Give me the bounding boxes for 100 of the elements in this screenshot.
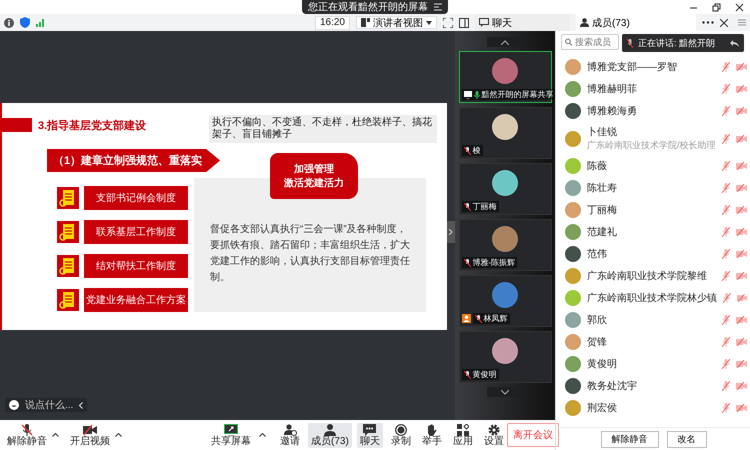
camera-off-icon[interactable] bbox=[736, 206, 747, 214]
camera-off-icon[interactable] bbox=[736, 107, 747, 115]
avatar bbox=[565, 356, 581, 372]
camera-off-icon[interactable] bbox=[736, 134, 747, 142]
toolbar-button[interactable]: 邀请 bbox=[277, 422, 303, 448]
fullscreen-icon[interactable] bbox=[443, 18, 453, 28]
more-icon[interactable] bbox=[702, 21, 714, 24]
toolbar-button[interactable]: 开启视频 bbox=[67, 422, 113, 448]
muted-microphone-icon[interactable] bbox=[722, 205, 730, 215]
caret-icon[interactable] bbox=[52, 433, 59, 437]
muted-microphone-icon[interactable] bbox=[722, 134, 730, 144]
close-icon[interactable] bbox=[735, 3, 744, 12]
muted-microphone-icon[interactable] bbox=[722, 84, 730, 94]
camera-off-icon[interactable] bbox=[736, 272, 747, 280]
view-dropdown[interactable]: 演讲者视图 bbox=[356, 16, 437, 29]
panel-tab[interactable]: 成员(73) bbox=[576, 14, 696, 31]
camera-off-icon[interactable] bbox=[736, 63, 747, 71]
collapse-icon[interactable] bbox=[434, 3, 442, 11]
toolbar-button[interactable]: 应用 bbox=[450, 422, 476, 448]
muted-microphone-icon[interactable] bbox=[722, 161, 730, 171]
shield-icon[interactable] bbox=[20, 17, 30, 28]
video-tile[interactable]: 黄俊明 bbox=[458, 331, 552, 383]
search-icon bbox=[565, 38, 572, 46]
meeting-time: 16:20 bbox=[314, 16, 350, 30]
screen-icon bbox=[464, 90, 472, 98]
caret-icon[interactable] bbox=[259, 433, 266, 437]
camera-off-icon[interactable] bbox=[736, 250, 747, 258]
system-label: 党建业务融合工作方案 bbox=[84, 288, 188, 312]
video-tile[interactable]: 丁丽梅 bbox=[458, 163, 552, 215]
muted-microphone-icon[interactable] bbox=[722, 271, 730, 281]
emoji-icon[interactable] bbox=[9, 400, 19, 410]
muted-microphone-icon[interactable] bbox=[722, 227, 730, 237]
flag-banner: 加强管理 激活党建活力 bbox=[270, 153, 358, 199]
video-tile[interactable]: 梭 bbox=[458, 107, 552, 159]
camera-off-icon[interactable] bbox=[736, 228, 747, 236]
muted-microphone-icon bbox=[627, 38, 633, 48]
caret-icon[interactable] bbox=[115, 433, 122, 437]
camera-off-icon[interactable] bbox=[736, 360, 747, 368]
participant-name: 梭 bbox=[472, 145, 480, 156]
member-name: 黄俊明 bbox=[587, 358, 617, 371]
camera-off-icon[interactable] bbox=[736, 404, 747, 412]
panel-tab[interactable]: 聊天 bbox=[475, 14, 570, 31]
toolbar-button[interactable]: 举手 bbox=[418, 422, 445, 448]
member-name: 陈壮寿 bbox=[587, 182, 617, 195]
reply-arrow-icon[interactable] bbox=[730, 40, 739, 46]
video-tile[interactable]: 博雅-陈振辉 bbox=[458, 219, 552, 271]
info-icon[interactable] bbox=[4, 18, 14, 28]
toolbar-button[interactable]: 聊天 bbox=[356, 422, 383, 448]
chat-icon bbox=[479, 18, 489, 27]
muted-microphone-icon[interactable] bbox=[722, 249, 730, 259]
member-name: 广东岭南职业技术学院黎维 bbox=[587, 270, 707, 283]
menu-icon[interactable] bbox=[738, 19, 746, 26]
muted-microphone-icon[interactable] bbox=[722, 381, 730, 391]
member-name: 博雅党支部——罗智 bbox=[587, 60, 677, 74]
chat-input[interactable]: 说点什么... bbox=[5, 398, 88, 412]
avatar bbox=[565, 400, 581, 416]
avatar bbox=[565, 103, 581, 119]
restore-icon[interactable] bbox=[712, 3, 721, 12]
muted-microphone-icon[interactable] bbox=[722, 337, 730, 347]
muted-microphone-icon[interactable] bbox=[722, 315, 730, 325]
camera-off-icon[interactable] bbox=[736, 338, 747, 346]
camera-off-icon[interactable] bbox=[736, 294, 747, 302]
document-icon bbox=[57, 221, 79, 243]
camera-off-icon[interactable] bbox=[736, 184, 747, 192]
member-name: 贺锋 bbox=[587, 336, 607, 349]
avatar bbox=[492, 226, 518, 252]
muted-microphone-icon[interactable] bbox=[722, 403, 730, 413]
camera-off-icon[interactable] bbox=[736, 382, 747, 390]
leave-meeting-button[interactable]: 离开会议 bbox=[506, 423, 559, 447]
muted-microphone-icon[interactable] bbox=[722, 62, 730, 72]
muted-microphone-icon[interactable] bbox=[722, 359, 730, 369]
toolbar-button[interactable]: 成员(73) bbox=[308, 422, 352, 448]
system-label: 联系基层工作制度 bbox=[84, 220, 188, 244]
muted-microphone-icon[interactable] bbox=[723, 293, 731, 303]
member-action-button[interactable]: 改名 bbox=[666, 430, 706, 448]
sidebar-icon[interactable] bbox=[459, 18, 469, 28]
system-label: 支部书记例会制度 bbox=[84, 186, 188, 210]
member-action-button[interactable]: 解除静音 bbox=[600, 430, 658, 448]
toolbar-button[interactable]: 解除静音 bbox=[4, 422, 50, 448]
camera-off-icon[interactable] bbox=[736, 316, 747, 324]
toolbar-button[interactable]: 设置 bbox=[480, 422, 507, 448]
chevron-left-icon[interactable] bbox=[79, 402, 84, 408]
collapse-handle[interactable] bbox=[447, 221, 455, 243]
banner-text: 您正在观看黯然开朗的屏幕 bbox=[308, 0, 428, 14]
member-name: 卜佳锐 bbox=[587, 126, 617, 139]
muted-microphone-icon[interactable] bbox=[722, 106, 730, 116]
toolbar-button[interactable]: 共享屏幕 bbox=[208, 422, 254, 448]
muted-microphone-icon[interactable] bbox=[722, 183, 730, 193]
toolbar-button[interactable]: 录制 bbox=[388, 422, 414, 448]
close-panel-icon[interactable] bbox=[720, 18, 728, 26]
video-tile[interactable]: 林凤辉 bbox=[458, 275, 552, 327]
chevron-down-icon[interactable] bbox=[501, 390, 509, 394]
avatar bbox=[492, 282, 518, 308]
chevron-up-icon[interactable] bbox=[501, 40, 509, 44]
camera-off-icon[interactable] bbox=[736, 85, 747, 93]
search-field[interactable]: 搜索成员 bbox=[561, 34, 619, 50]
chevron-right-icon[interactable] bbox=[449, 229, 453, 235]
camera-off-icon[interactable] bbox=[736, 162, 747, 170]
member-name: 荆宏侯 bbox=[587, 402, 617, 415]
participant-name: 丁丽梅 bbox=[472, 201, 496, 212]
